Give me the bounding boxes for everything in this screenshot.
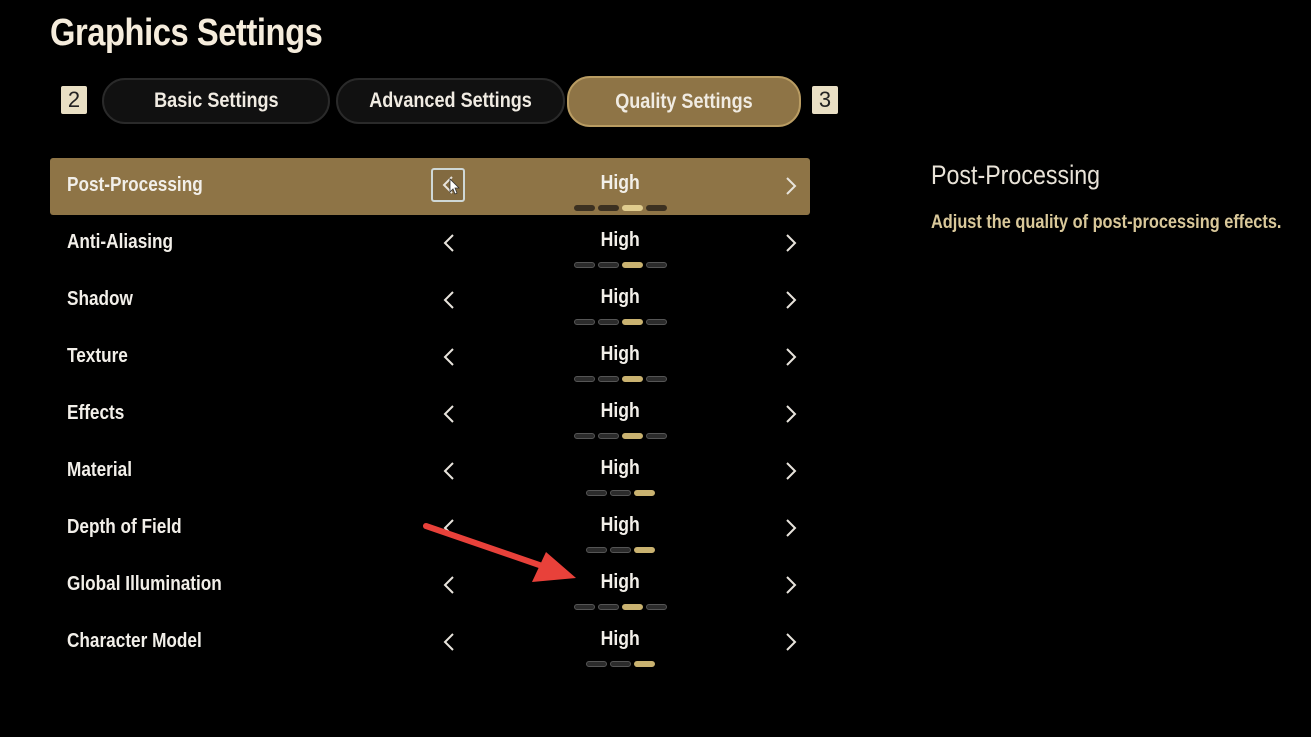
chevron-left-icon[interactable]: [435, 399, 463, 429]
setting-label: Post-Processing: [67, 174, 203, 196]
chevron-left-icon[interactable]: [435, 627, 463, 657]
settings-list: Post-Processing High Anti-Aliasing High Shad…: [50, 158, 810, 671]
level-pip: [621, 604, 643, 610]
setting-label: Effects: [67, 402, 125, 424]
level-pip: [645, 376, 667, 382]
level-pip: [573, 319, 595, 325]
setting-label: Shadow: [67, 288, 133, 310]
chevron-left-icon[interactable]: [435, 456, 463, 486]
setting-label: Material: [67, 459, 133, 481]
level-pip: [573, 262, 595, 268]
chevron-left-icon[interactable]: [431, 168, 465, 202]
tab-quality-settings[interactable]: Quality Settings: [567, 76, 801, 127]
chevron-right-icon[interactable]: [777, 456, 805, 486]
level-pip: [573, 433, 595, 439]
chevron-right-icon[interactable]: [777, 627, 805, 657]
setting-row-character-model[interactable]: Character Model High: [50, 614, 810, 671]
level-indicator: [570, 158, 670, 215]
level-pip: [585, 490, 607, 496]
setting-label: Depth of Field: [67, 516, 182, 538]
setting-label: Anti-Aliasing: [67, 231, 174, 253]
level-pip: [621, 433, 643, 439]
level-indicator: [570, 614, 670, 671]
setting-label: Character Model: [67, 630, 202, 652]
level-pip: [585, 547, 607, 553]
level-indicator: [570, 557, 670, 614]
setting-row-texture[interactable]: Texture High: [50, 329, 810, 386]
next-tab-key-hint: 3: [812, 86, 838, 114]
chevron-left-icon[interactable]: [435, 342, 463, 372]
level-indicator: [570, 500, 670, 557]
mouse-cursor-icon: [449, 178, 460, 195]
tab-label: Quality Settings: [615, 89, 753, 113]
level-pip: [597, 433, 619, 439]
prev-tab-key-hint: 2: [61, 86, 87, 114]
level-pip: [609, 547, 631, 553]
level-pip: [597, 376, 619, 382]
chevron-right-icon[interactable]: [777, 399, 805, 429]
chevron-left-icon[interactable]: [435, 285, 463, 315]
level-pip: [597, 205, 619, 211]
tab-label: Basic Settings: [153, 89, 279, 112]
setting-row-post-processing[interactable]: Post-Processing High: [50, 158, 810, 215]
level-pip: [633, 547, 655, 553]
level-indicator: [570, 329, 670, 386]
level-pip: [573, 604, 595, 610]
chevron-right-icon[interactable]: [777, 342, 805, 372]
level-pip: [633, 661, 655, 667]
level-indicator: [570, 443, 670, 500]
setting-row-effects[interactable]: Effects High: [50, 386, 810, 443]
page-title: Graphics Settings: [50, 12, 323, 54]
graphics-settings-screen: Graphics Settings 2 Basic Settings Advan…: [0, 0, 1311, 737]
level-pip: [645, 205, 667, 211]
level-pip: [597, 262, 619, 268]
level-pip: [645, 319, 667, 325]
chevron-right-icon[interactable]: [777, 171, 805, 201]
setting-row-anti-aliasing[interactable]: Anti-Aliasing High: [50, 215, 810, 272]
tab-basic-settings[interactable]: Basic Settings: [102, 78, 330, 124]
description-title: Post-Processing: [931, 160, 1101, 190]
setting-label: Texture: [67, 345, 128, 367]
level-indicator: [570, 272, 670, 329]
description-text: Adjust the quality of post-processing ef…: [931, 212, 1282, 233]
level-pip: [621, 205, 643, 211]
level-pip: [609, 661, 631, 667]
level-pip: [645, 604, 667, 610]
level-indicator: [570, 215, 670, 272]
tab-label: Advanced Settings: [369, 89, 532, 112]
chevron-right-icon[interactable]: [777, 285, 805, 315]
tab-advanced-settings[interactable]: Advanced Settings: [336, 78, 565, 124]
level-pip: [597, 319, 619, 325]
level-pip: [597, 604, 619, 610]
red-arrow-annotation: [423, 523, 576, 582]
level-indicator: [570, 386, 670, 443]
level-pip: [609, 490, 631, 496]
level-pip: [645, 433, 667, 439]
chevron-left-icon[interactable]: [435, 228, 463, 258]
setting-row-material[interactable]: Material High: [50, 443, 810, 500]
level-pip: [621, 319, 643, 325]
level-pip: [645, 262, 667, 268]
level-pip: [621, 376, 643, 382]
level-pip: [585, 661, 607, 667]
level-pip: [633, 490, 655, 496]
chevron-right-icon[interactable]: [777, 228, 805, 258]
chevron-right-icon[interactable]: [777, 513, 805, 543]
level-pip: [573, 205, 595, 211]
setting-row-shadow[interactable]: Shadow High: [50, 272, 810, 329]
chevron-right-icon[interactable]: [777, 570, 805, 600]
level-pip: [573, 376, 595, 382]
level-pip: [621, 262, 643, 268]
setting-label: Global Illumination: [67, 573, 222, 595]
